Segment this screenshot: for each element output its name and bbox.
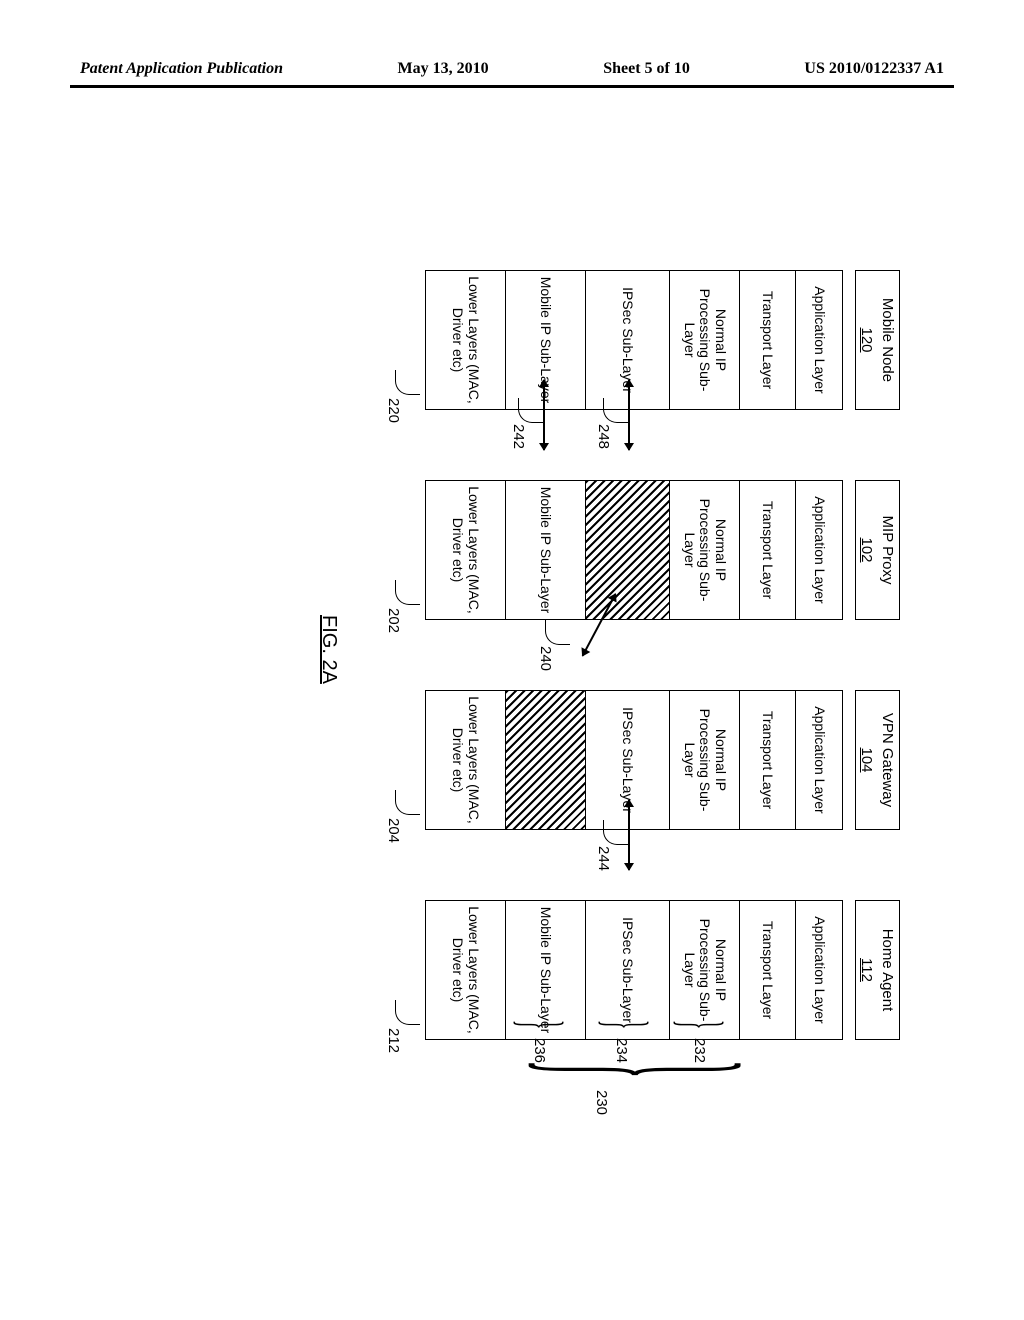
brace-236: } — [506, 1020, 577, 1030]
layer-normal-ip: Normal IP Processing Sub-Layer — [670, 691, 740, 829]
ref-220: 220 — [385, 398, 402, 423]
layer-application: Application Layer — [796, 481, 842, 619]
stack-vpn-gateway: VPN Gateway 104 Application Layer Transp… — [220, 690, 900, 830]
layer-lower: Lower Layers (MAC, Driver etc) — [426, 691, 506, 829]
page-header: Patent Application Publication May 13, 2… — [80, 60, 944, 78]
leader-line — [395, 370, 420, 395]
ref-202: 202 — [385, 608, 402, 633]
pub-label: Patent Application Publication — [80, 60, 283, 78]
leader-line — [603, 820, 628, 845]
title-ref: 112 — [858, 905, 875, 1035]
leader-line — [545, 620, 570, 645]
title-text: Home Agent — [879, 929, 896, 1012]
stack-mobile-node: Mobile Node 120 Application Layer Transp… — [220, 270, 900, 410]
title-text: Mobile Node — [879, 298, 896, 382]
layers-vpn-gateway: Application Layer Transport Layer Normal… — [425, 690, 843, 830]
layers-mip-proxy: Application Layer Transport Layer Normal… — [425, 480, 843, 620]
layer-mobile-ip: Mobile IP Sub-Layer — [506, 901, 586, 1039]
layer-normal-ip: Normal IP Processing Sub-Layer — [670, 271, 740, 409]
pub-date: May 13, 2010 — [398, 60, 489, 78]
title-ref: 120 — [858, 275, 875, 405]
layer-application: Application Layer — [796, 901, 842, 1039]
leader-line — [395, 790, 420, 815]
title-text: MIP Proxy — [879, 516, 896, 585]
arrow-242 — [544, 380, 546, 450]
layers-mobile-node: Application Layer Transport Layer Normal… — [425, 270, 843, 410]
title-vpn-gateway: VPN Gateway 104 — [855, 690, 900, 830]
figure-caption: FIG. 2A — [317, 615, 340, 684]
layer-transport: Transport Layer — [740, 901, 796, 1039]
arrow-244 — [629, 800, 631, 870]
layer-transport: Transport Layer — [740, 271, 796, 409]
layer-ipsec-disabled — [586, 481, 670, 619]
leader-line — [395, 580, 420, 605]
layer-mobile-ip: Mobile IP Sub-Layer — [506, 481, 586, 619]
header-rule — [70, 85, 954, 88]
ref-248: 248 — [595, 424, 612, 449]
title-mobile-node: Mobile Node 120 — [855, 270, 900, 410]
title-ref: 104 — [858, 695, 875, 825]
layer-transport: Transport Layer — [740, 481, 796, 619]
layer-lower: Lower Layers (MAC, Driver etc) — [426, 481, 506, 619]
ref-240: 240 — [537, 646, 554, 671]
ref-230: 230 — [593, 1090, 610, 1115]
layer-ipsec: IPSec Sub-Layer — [586, 901, 670, 1039]
publication-number: US 2010/0122337 A1 — [804, 60, 944, 78]
figure-2a: Mobile Node 120 Application Layer Transp… — [35, 265, 985, 1045]
ref-234: 234 — [613, 1038, 630, 1063]
leader-line — [518, 398, 543, 423]
layer-application: Application Layer — [796, 271, 842, 409]
layer-lower: Lower Layers (MAC, Driver etc) — [426, 901, 506, 1039]
title-ref: 102 — [858, 485, 875, 615]
stack-mip-proxy: MIP Proxy 102 Application Layer Transpor… — [220, 480, 900, 620]
leader-line — [395, 1000, 420, 1025]
arrow-248 — [629, 380, 631, 450]
layer-mobile-ip-disabled — [506, 691, 586, 829]
layer-transport: Transport Layer — [740, 691, 796, 829]
title-mip-proxy: MIP Proxy 102 — [855, 480, 900, 620]
leader-line — [603, 398, 628, 423]
title-text: VPN Gateway — [879, 713, 896, 807]
ref-244: 244 — [595, 846, 612, 871]
layer-lower: Lower Layers (MAC, Driver etc) — [426, 271, 506, 409]
ref-212: 212 — [385, 1028, 402, 1053]
ref-204: 204 — [385, 818, 402, 843]
layer-application: Application Layer — [796, 691, 842, 829]
brace-232: } — [666, 1020, 737, 1030]
title-home-agent: Home Agent 112 — [855, 900, 900, 1040]
ref-242: 242 — [510, 424, 527, 449]
ref-236: 236 — [531, 1038, 548, 1063]
sheet-number: Sheet 5 of 10 — [603, 60, 690, 78]
layer-normal-ip: Normal IP Processing Sub-Layer — [670, 481, 740, 619]
layer-mobile-ip: Mobile IP Sub-Layer — [506, 271, 586, 409]
ref-232: 232 — [691, 1038, 708, 1063]
brace-234: } — [591, 1020, 662, 1030]
layer-normal-ip: Normal IP Processing Sub-Layer — [670, 901, 740, 1039]
